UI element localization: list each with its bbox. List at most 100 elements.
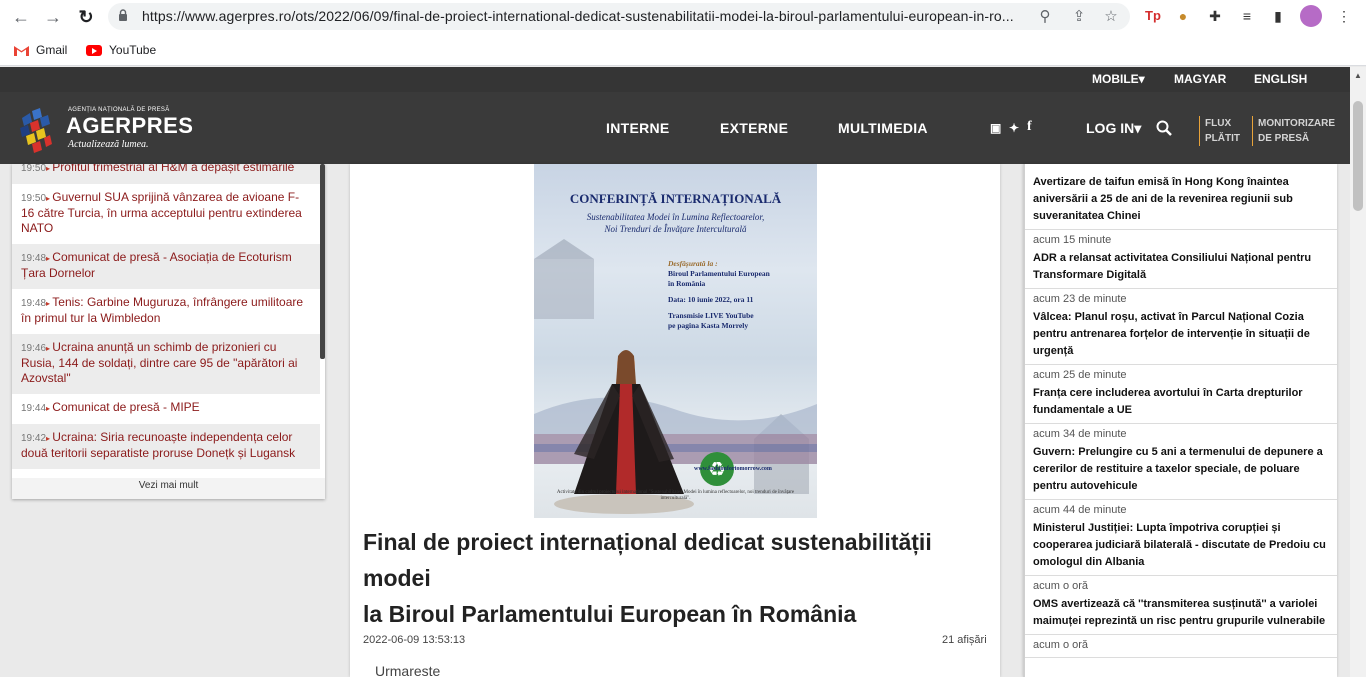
nav-multimedia[interactable]: MULTIMEDIA [838, 120, 928, 136]
back-arrow-icon[interactable]: ← [10, 6, 32, 28]
news-headline[interactable]: Guvern: Prelungire cu 5 ani a termenului… [1033, 444, 1327, 495]
english-link[interactable]: ENGLISH [1254, 72, 1307, 86]
news-list-item[interactable]: 19:48▸ Tenis: Garbine Muguruza, înfrânge… [12, 289, 320, 334]
extensions-puzzle-icon[interactable]: ✚ [1205, 6, 1225, 26]
extension-tp-icon[interactable]: Tp [1143, 6, 1163, 26]
news-title[interactable]: Comunicat de presă - MIPE [52, 400, 199, 414]
poster-title: CONFERINȚĂ INTERNAȚIONALĂ [569, 191, 782, 206]
media-control-icon[interactable]: ≡ [1237, 6, 1257, 26]
agerpres-logo[interactable]: AGENȚIA NAȚIONALĂ DE PRESĂ AGERPRES Actu… [16, 104, 193, 154]
gmail-icon [14, 45, 29, 56]
news-headline[interactable]: Ministerul Justiției: Lupta împotriva co… [1033, 520, 1327, 571]
lock-icon[interactable] [118, 9, 128, 22]
extension-cookie-icon[interactable]: ● [1173, 6, 1193, 26]
menu-kebab-icon[interactable]: ⋮ [1334, 6, 1354, 26]
flux-line: FLUX [1205, 118, 1232, 129]
news-time: 19:50 [21, 164, 47, 174]
news-list-item[interactable]: 19:42▸ Ucraina: Siria recunoaște indepen… [12, 424, 320, 469]
bookmark-youtube[interactable]: YouTube [86, 41, 156, 59]
flux-platit-link[interactable]: FLUX PLĂTIT [1199, 116, 1240, 146]
twitter-icon[interactable]: ✦ [1009, 121, 1019, 135]
monitorizare-link[interactable]: MONITORIZARE DE PRESĂ [1252, 116, 1335, 146]
reload-icon[interactable]: ↻ [75, 6, 97, 28]
recent-news-item[interactable]: acum o oră [1023, 635, 1337, 658]
poster-date: Data: 10 iunie 2022, ora 11 [668, 295, 754, 304]
article-title-line: la Biroul Parlamentului European în Româ… [363, 601, 857, 627]
recent-news-item[interactable]: acum 25 de minute Franța cere includerea … [1023, 365, 1337, 424]
news-title[interactable]: Comunicat de presă - Asociația de Ecotur… [21, 250, 292, 280]
facebook-icon[interactable]: f [1027, 119, 1032, 135]
news-time: 19:50 [21, 193, 47, 204]
address-bar[interactable]: https://www.agerpres.ro/ots/2022/06/09/f… [108, 3, 1130, 30]
news-list-item[interactable]: 19:48▸ Comunicat de presă - Asociația de… [12, 244, 320, 289]
url-text[interactable]: https://www.agerpres.ro/ots/2022/06/09/f… [142, 8, 1014, 24]
news-headline[interactable]: Vâlcea: Planul roșu, activat în Parcul N… [1033, 309, 1327, 360]
news-relative-time: acum 34 de minute [1033, 428, 1127, 440]
poster-subtitle-line: Noi Trenduri de Învățare Interculturală [604, 224, 747, 234]
news-title[interactable]: Profitul trimestrial al H&M a depășit es… [52, 164, 294, 174]
news-headline[interactable]: Franța cere includerea avortului în Cart… [1033, 385, 1327, 419]
recent-news-item[interactable]: acum 23 de minute Vâlcea: Planul roșu, ac… [1023, 289, 1337, 365]
follow-link[interactable]: Urmareste [375, 663, 440, 677]
news-list-item[interactable]: 19:50▸ Profitul trimestrial al H&M a dep… [12, 164, 320, 184]
logo-mark-icon [20, 108, 52, 153]
news-headline[interactable]: ADR a relansat activitatea Consiliului N… [1033, 250, 1327, 284]
news-list-item[interactable]: 19:46▸ Ucraina anunță un schimb de prizo… [12, 334, 320, 394]
news-time: 19:42 [21, 433, 47, 444]
scrollbar-thumb[interactable] [1353, 101, 1363, 211]
bookmark-gmail[interactable]: Gmail [14, 41, 67, 59]
poster-website: www.fashionfortomorrow.com [694, 466, 772, 472]
logo-slogan: Actualizează lumea. [68, 139, 149, 150]
news-headline[interactable]: OMS avertizează că ''transmiterea susțin… [1033, 596, 1327, 630]
news-relative-time: acum o oră [1033, 580, 1089, 592]
nav-externe[interactable]: EXTERNE [720, 120, 788, 136]
news-time: 19:48 [21, 298, 47, 309]
article-date: 2022-06-09 13:53:13 [363, 634, 466, 646]
poster-venue-label: Desfășurată la : [668, 259, 718, 268]
news-title[interactable]: Ucraina anunță un schimb de prizonieri c… [21, 340, 297, 385]
article-views: 21 afișări [942, 634, 987, 646]
article-title: Final de proiect internațional dedicat s… [363, 524, 983, 632]
login-dropdown[interactable]: LOG IN▾ [1086, 120, 1141, 137]
news-list-scrollbar[interactable] [320, 164, 325, 359]
news-headline[interactable]: Avertizare de taifun emisă în Hong Kong … [1033, 174, 1327, 225]
magyar-link[interactable]: MAGYAR [1174, 72, 1226, 86]
see-more-link[interactable]: Vezi mai mult [12, 478, 325, 499]
recent-news-item[interactable]: acum 15 minute ADR a relansat activitatea… [1023, 230, 1337, 289]
youtube-icon [86, 44, 102, 56]
news-relative-time: acum o oră [1033, 639, 1089, 651]
article-title-line: Final de proiect internațional dedicat s… [363, 529, 932, 555]
logo-name: AGERPRES [66, 113, 194, 138]
nav-interne[interactable]: INTERNE [606, 120, 670, 136]
side-panel-icon[interactable]: ▮ [1268, 6, 1288, 26]
scroll-up-icon[interactable]: ▲ [1354, 71, 1362, 80]
article-poster-image: ♻ CONFERINȚĂ INTERNAȚIONALĂ Sustenabilit… [534, 164, 817, 518]
recent-news-item[interactable]: acum 44 de minute Ministerul Justiției: L… [1023, 500, 1337, 576]
zoom-icon[interactable]: ⚲ [1035, 7, 1055, 27]
bookmark-star-icon[interactable]: ☆ [1101, 7, 1121, 27]
poster-stream: pe pagina Kasta Morrely [668, 321, 749, 330]
news-relative-time: acum 25 de minute [1033, 369, 1127, 381]
news-time: 19:46 [21, 343, 47, 354]
share-icon[interactable]: ⇪ [1069, 7, 1089, 27]
news-title[interactable]: Ucraina: Siria recunoaște independența c… [21, 430, 295, 460]
news-list-item[interactable]: 19:44▸ Comunicat de presă - MIPE [12, 394, 320, 424]
mobile-link[interactable]: MOBILE▾ [1092, 72, 1145, 86]
bookmarks-bar: Gmail YouTube [0, 33, 1366, 66]
search-icon[interactable] [1156, 120, 1172, 136]
latest-news-list: 19:50▸ Profitul trimestrial al H&M a dep… [12, 164, 320, 469]
news-time: 19:48 [21, 253, 47, 264]
page-scrollbar[interactable]: ▲ [1350, 67, 1366, 677]
recent-news-item[interactable]: acum o oră OMS avertizează că ''transmite… [1023, 576, 1337, 635]
youtube-social-icon[interactable]: ▣ [990, 121, 1001, 135]
bookmark-label: YouTube [109, 43, 157, 57]
news-relative-time: acum 15 minute [1033, 234, 1112, 246]
news-list-item[interactable]: 19:50▸ Guvernul SUA sprijină vânzarea de… [12, 184, 320, 244]
recent-news-item[interactable]: Avertizare de taifun emisă în Hong Kong … [1023, 164, 1337, 230]
forward-arrow-icon[interactable]: → [42, 6, 64, 28]
recent-news-item[interactable]: acum 34 de minute Guvern: Prelungire cu 5… [1023, 424, 1337, 500]
profile-avatar[interactable] [1300, 5, 1322, 27]
news-title[interactable]: Tenis: Garbine Muguruza, înfrângere umil… [21, 295, 303, 325]
news-title[interactable]: Guvernul SUA sprijină vânzarea de avioan… [21, 190, 302, 235]
poster-subtitle-line: Sustenabilitatea Modei în Lumina Reflect… [586, 212, 765, 222]
